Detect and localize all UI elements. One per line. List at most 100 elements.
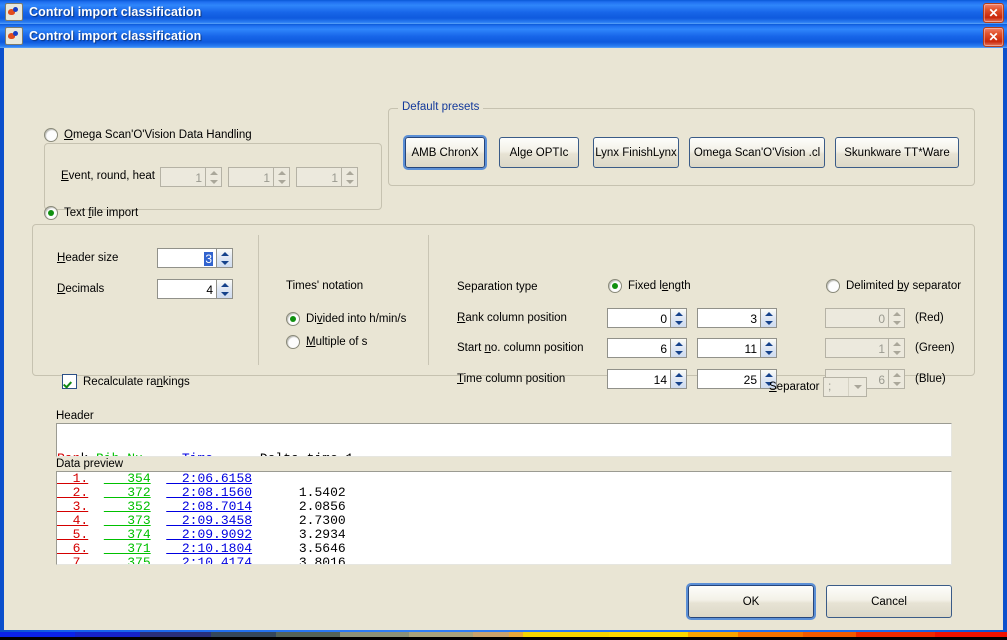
chevron-down-icon[interactable] <box>217 258 232 267</box>
start-from-value[interactable]: 6 <box>607 338 670 358</box>
green-position-spinner[interactable]: 1 <box>825 338 905 358</box>
chevron-up-icon[interactable] <box>761 309 776 318</box>
close-icon[interactable]: ✕ <box>983 3 1004 23</box>
chevron-down-icon[interactable] <box>761 348 776 357</box>
data-preview-pane[interactable]: 1. 354 2:06.6158 2. 372 2:08.1560 1.5402… <box>56 471 952 565</box>
heat-spinner-buttons[interactable] <box>341 167 358 187</box>
red-position-spinner-buttons[interactable] <box>888 308 905 328</box>
event-spinner-buttons[interactable] <box>205 167 222 187</box>
row-bib: 375 <box>103 555 151 565</box>
dialog-titlebar[interactable]: Control import classification ✕ <box>0 24 1007 48</box>
chevron-up-icon[interactable] <box>889 309 904 318</box>
preset-button-skunkware-ttware[interactable]: Skunkware TT*Ware <box>835 137 959 168</box>
green-position-value[interactable]: 1 <box>825 338 888 358</box>
radio-text-file-import[interactable]: Text file import <box>44 206 138 220</box>
time-from-spinner[interactable]: 14 <box>607 369 687 389</box>
chevron-down-icon[interactable] <box>889 318 904 327</box>
chevron-down-icon[interactable] <box>671 318 686 327</box>
start-from-spinner-buttons[interactable] <box>670 338 687 358</box>
radio-indicator <box>286 335 300 349</box>
decimals-spinner-buttons[interactable] <box>216 279 233 299</box>
radio-multiple-of-s[interactable]: Multiple of s <box>286 335 367 349</box>
chevron-up-icon[interactable] <box>889 339 904 348</box>
preset-button-omega-scanovision[interactable]: Omega Scan'O'Vision .cl <box>689 137 825 168</box>
chevron-down-icon[interactable] <box>274 177 289 186</box>
chevron-down-icon[interactable] <box>889 348 904 357</box>
start-to-spinner[interactable]: 11 <box>697 338 777 358</box>
time-from-value[interactable]: 14 <box>607 369 670 389</box>
chevron-up-icon[interactable] <box>671 309 686 318</box>
chevron-down-icon[interactable] <box>848 378 866 396</box>
separator-label: Separator <box>769 381 820 393</box>
chevron-up-icon[interactable] <box>206 168 221 177</box>
preset-button-lynx-finishlynx[interactable]: Lynx FinishLynx <box>593 137 679 168</box>
rank-from-value[interactable]: 0 <box>607 308 670 328</box>
chevron-up-icon[interactable] <box>342 168 357 177</box>
preset-button-amb-chronx[interactable]: AMB ChronX <box>405 137 485 168</box>
radio-omega-label: Omega Scan'O'Vision Data Handling <box>64 129 252 141</box>
header-size-spinner-buttons[interactable] <box>216 248 233 268</box>
chevron-up-icon[interactable] <box>761 339 776 348</box>
preset-button-alge-optic[interactable]: Alge OPTIc <box>499 137 579 168</box>
chevron-down-icon[interactable] <box>342 177 357 186</box>
rank-to-spinner-buttons[interactable] <box>760 308 777 328</box>
color-strip-segment-7 <box>473 632 509 637</box>
round-spinner[interactable]: 1 <box>228 167 290 187</box>
chevron-down-icon[interactable] <box>671 348 686 357</box>
radio-omega-data-handling[interactable]: Omega Scan'O'Vision Data Handling <box>44 128 252 142</box>
round-spinner-buttons[interactable] <box>273 167 290 187</box>
heat-value[interactable]: 1 <box>296 167 341 187</box>
radio-fixed-length[interactable]: Fixed length <box>608 279 691 293</box>
header-preview-pane[interactable]: Rank Bib Nu Time Delta_time 1 ----------… <box>56 423 952 457</box>
background-window-titlebar[interactable]: Control import classification ✕ <box>0 0 1007 24</box>
rank-to-spinner[interactable]: 3 <box>697 308 777 328</box>
event-round-heat-label: Event, round, heat <box>61 170 155 182</box>
radio-delimited-by-separator[interactable]: Delimited by separator <box>826 279 961 293</box>
ok-button[interactable]: OK <box>688 585 814 618</box>
chevron-down-icon[interactable] <box>671 379 686 388</box>
app-icon <box>5 3 23 21</box>
time-to-value[interactable]: 25 <box>697 369 760 389</box>
green-position-spinner-buttons[interactable] <box>888 338 905 358</box>
chevron-down-icon[interactable] <box>217 289 232 298</box>
close-icon[interactable]: ✕ <box>983 27 1004 47</box>
chevron-up-icon[interactable] <box>671 339 686 348</box>
chevron-down-icon[interactable] <box>889 379 904 388</box>
header-size-value[interactable]: 3 <box>157 248 216 268</box>
chevron-down-icon[interactable] <box>761 318 776 327</box>
red-position-spinner[interactable]: 0 <box>825 308 905 328</box>
chevron-down-icon[interactable] <box>206 177 221 186</box>
heat-spinner[interactable]: 1 <box>296 167 358 187</box>
color-strip-segment-0 <box>0 632 76 637</box>
time-to-spinner[interactable]: 25 <box>697 369 777 389</box>
chevron-up-icon[interactable] <box>761 370 776 379</box>
start-to-spinner-buttons[interactable] <box>760 338 777 358</box>
chevron-up-icon[interactable] <box>217 280 232 289</box>
rank-from-spinner[interactable]: 0 <box>607 308 687 328</box>
rank-to-value[interactable]: 3 <box>697 308 760 328</box>
chevron-up-icon[interactable] <box>889 370 904 379</box>
event-spinner[interactable]: 1 <box>160 167 222 187</box>
start-to-value[interactable]: 11 <box>697 338 760 358</box>
time-from-spinner-buttons[interactable] <box>670 369 687 389</box>
chevron-up-icon[interactable] <box>217 249 232 258</box>
radio-divided-hminss[interactable]: Divided into h/min/s <box>286 312 406 326</box>
decimals-value[interactable]: 4 <box>157 279 216 299</box>
chevron-up-icon[interactable] <box>274 168 289 177</box>
start-from-spinner[interactable]: 6 <box>607 338 687 358</box>
checkbox-recalculate-rankings[interactable]: Recalculate rankings <box>62 374 190 389</box>
dialog-client-area: Omega Scan'O'Vision Data Handling Event,… <box>4 48 1003 630</box>
rank-from-spinner-buttons[interactable] <box>670 308 687 328</box>
data-preview-row: 5. 374 2:09.9092 3.2934 <box>57 528 951 542</box>
blue-position-spinner-buttons[interactable] <box>888 369 905 389</box>
cancel-button[interactable]: Cancel <box>826 585 952 618</box>
red-position-value[interactable]: 0 <box>825 308 888 328</box>
header-size-spinner[interactable]: 3 <box>157 248 233 268</box>
chevron-up-icon[interactable] <box>671 370 686 379</box>
decimals-spinner[interactable]: 4 <box>157 279 233 299</box>
separator-combo[interactable]: ; <box>823 377 867 397</box>
separator-value[interactable]: ; <box>824 378 848 396</box>
round-value[interactable]: 1 <box>228 167 273 187</box>
radio-indicator <box>826 279 840 293</box>
event-value[interactable]: 1 <box>160 167 205 187</box>
